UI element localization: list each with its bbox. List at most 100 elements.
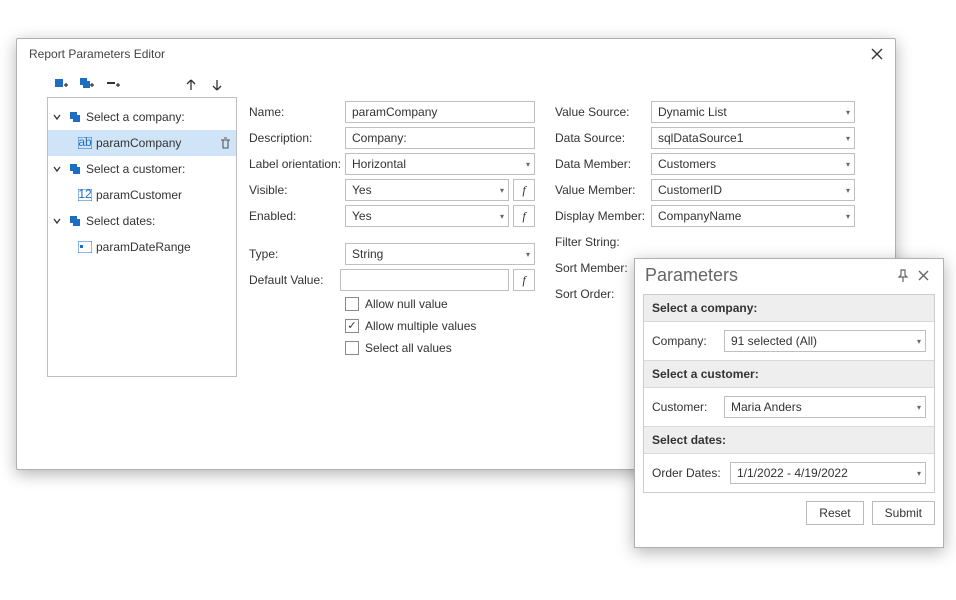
order-dates-label: Order Dates: (652, 466, 724, 480)
tree-group-label: Select a customer: (86, 162, 232, 176)
data-source-dropdown[interactable]: sqlDataSource1▾ (651, 127, 855, 149)
toolbar (17, 73, 237, 97)
tree-item-paramcustomer[interactable]: 12 paramCustomer (48, 182, 236, 208)
order-dates-dropdown[interactable]: 1/1/2022 - 4/19/2022▾ (730, 462, 926, 484)
date-param-icon (78, 240, 92, 254)
expression-button[interactable]: f (513, 205, 535, 227)
chevron-down-icon: ▾ (526, 250, 530, 259)
type-dropdown[interactable]: String▾ (345, 243, 535, 265)
string-param-icon: ab (78, 136, 92, 150)
chevron-down-icon: ▾ (917, 403, 921, 412)
filter-string-label: Filter String: (555, 235, 651, 249)
chevron-down-icon: ▾ (500, 186, 504, 195)
svg-text:12: 12 (78, 189, 92, 201)
select-all-label: Select all values (365, 341, 452, 355)
panel-footer: Reset Submit (635, 501, 943, 533)
tree-group-customer[interactable]: Select a customer: (48, 156, 236, 182)
parameters-panel: Parameters Select a company: Company: 91… (634, 258, 944, 548)
orientation-label: Label orientation: (249, 157, 345, 171)
customer-dropdown[interactable]: Maria Anders▾ (724, 396, 926, 418)
expression-button[interactable]: f (513, 269, 535, 291)
description-input[interactable] (345, 127, 535, 149)
visible-label: Visible: (249, 183, 345, 197)
chevron-down-icon: ▾ (846, 160, 850, 169)
chevron-down-icon (52, 164, 64, 174)
chevron-down-icon: ▾ (500, 212, 504, 221)
chevron-down-icon: ▾ (846, 186, 850, 195)
allow-multiple-checkbox[interactable] (345, 319, 359, 333)
name-label: Name: (249, 105, 345, 119)
value-member-label: Value Member: (555, 183, 651, 197)
group-icon (68, 214, 82, 228)
allow-multiple-label: Allow multiple values (365, 319, 476, 333)
close-icon[interactable] (913, 266, 933, 286)
panel-title: Parameters (645, 265, 893, 286)
tree-item-label: paramCompany (96, 136, 214, 150)
visible-dropdown[interactable]: Yes▾ (345, 179, 509, 201)
enabled-label: Enabled: (249, 209, 345, 223)
move-down-icon[interactable] (209, 77, 225, 93)
value-member-dropdown[interactable]: CustomerID▾ (651, 179, 855, 201)
data-source-label: Data Source: (555, 131, 651, 145)
value-source-dropdown[interactable]: Dynamic List▾ (651, 101, 855, 123)
window-title: Report Parameters Editor (29, 47, 165, 61)
group-header-dates: Select dates: (644, 426, 934, 454)
description-label: Description: (249, 131, 345, 145)
tree-item-label: paramCustomer (96, 188, 232, 202)
allow-null-label: Allow null value (365, 297, 448, 311)
allow-null-checkbox[interactable] (345, 297, 359, 311)
add-separator-icon[interactable] (105, 77, 121, 93)
group-row-company: Company: 91 selected (All)▾ (644, 322, 934, 360)
customer-label: Customer: (652, 400, 718, 414)
group-header-customer: Select a customer: (644, 360, 934, 388)
expression-button[interactable]: f (513, 179, 535, 201)
tree-item-paramdaterange[interactable]: paramDateRange (48, 234, 236, 260)
display-member-dropdown[interactable]: CompanyName▾ (651, 205, 855, 227)
enabled-dropdown[interactable]: Yes▾ (345, 205, 509, 227)
tree-item-label: paramDateRange (96, 240, 232, 254)
group-header-company: Select a company: (644, 295, 934, 322)
select-all-checkbox[interactable] (345, 341, 359, 355)
add-group-icon[interactable] (79, 77, 95, 93)
group-icon (68, 162, 82, 176)
title-bar: Report Parameters Editor (17, 39, 895, 69)
tree-group-dates[interactable]: Select dates: (48, 208, 236, 234)
company-dropdown[interactable]: 91 selected (All)▾ (724, 330, 926, 352)
chevron-down-icon: ▾ (917, 337, 921, 346)
chevron-down-icon: ▾ (526, 160, 530, 169)
chevron-down-icon: ▾ (917, 469, 921, 478)
data-member-dropdown[interactable]: Customers▾ (651, 153, 855, 175)
default-value-input[interactable] (340, 269, 509, 291)
tree-group-label: Select dates: (86, 214, 232, 228)
pin-icon[interactable] (893, 266, 913, 286)
company-label: Company: (652, 334, 718, 348)
group-icon (68, 110, 82, 124)
add-parameter-icon[interactable] (53, 77, 69, 93)
group-row-dates: Order Dates: 1/1/2022 - 4/19/2022▾ (644, 454, 934, 492)
number-param-icon: 12 (78, 188, 92, 202)
panel-title-bar: Parameters (635, 259, 943, 292)
display-member-label: Display Member: (555, 209, 651, 223)
chevron-down-icon: ▾ (846, 108, 850, 117)
chevron-down-icon (52, 216, 64, 226)
default-value-label: Default Value: (249, 273, 340, 287)
name-input[interactable] (345, 101, 535, 123)
orientation-dropdown[interactable]: Horizontal▾ (345, 153, 535, 175)
close-icon[interactable] (871, 48, 883, 60)
parameter-tree: Select a company: ab paramCompany Select… (47, 97, 237, 377)
panel-body: Select a company: Company: 91 selected (… (643, 294, 935, 493)
chevron-down-icon: ▾ (846, 134, 850, 143)
svg-text:ab: ab (78, 137, 92, 149)
value-source-label: Value Source: (555, 105, 651, 119)
reset-button[interactable]: Reset (806, 501, 863, 525)
type-label: Type: (249, 247, 345, 261)
delete-icon[interactable] (218, 136, 232, 150)
tree-group-company[interactable]: Select a company: (48, 104, 236, 130)
move-up-icon[interactable] (183, 77, 199, 93)
form-left-column: Name: Description: Label orientation:Hor… (249, 99, 535, 377)
chevron-down-icon (52, 112, 64, 122)
submit-button[interactable]: Submit (872, 501, 935, 525)
data-member-label: Data Member: (555, 157, 651, 171)
tree-group-label: Select a company: (86, 110, 232, 124)
tree-item-paramcompany[interactable]: ab paramCompany (48, 130, 236, 156)
